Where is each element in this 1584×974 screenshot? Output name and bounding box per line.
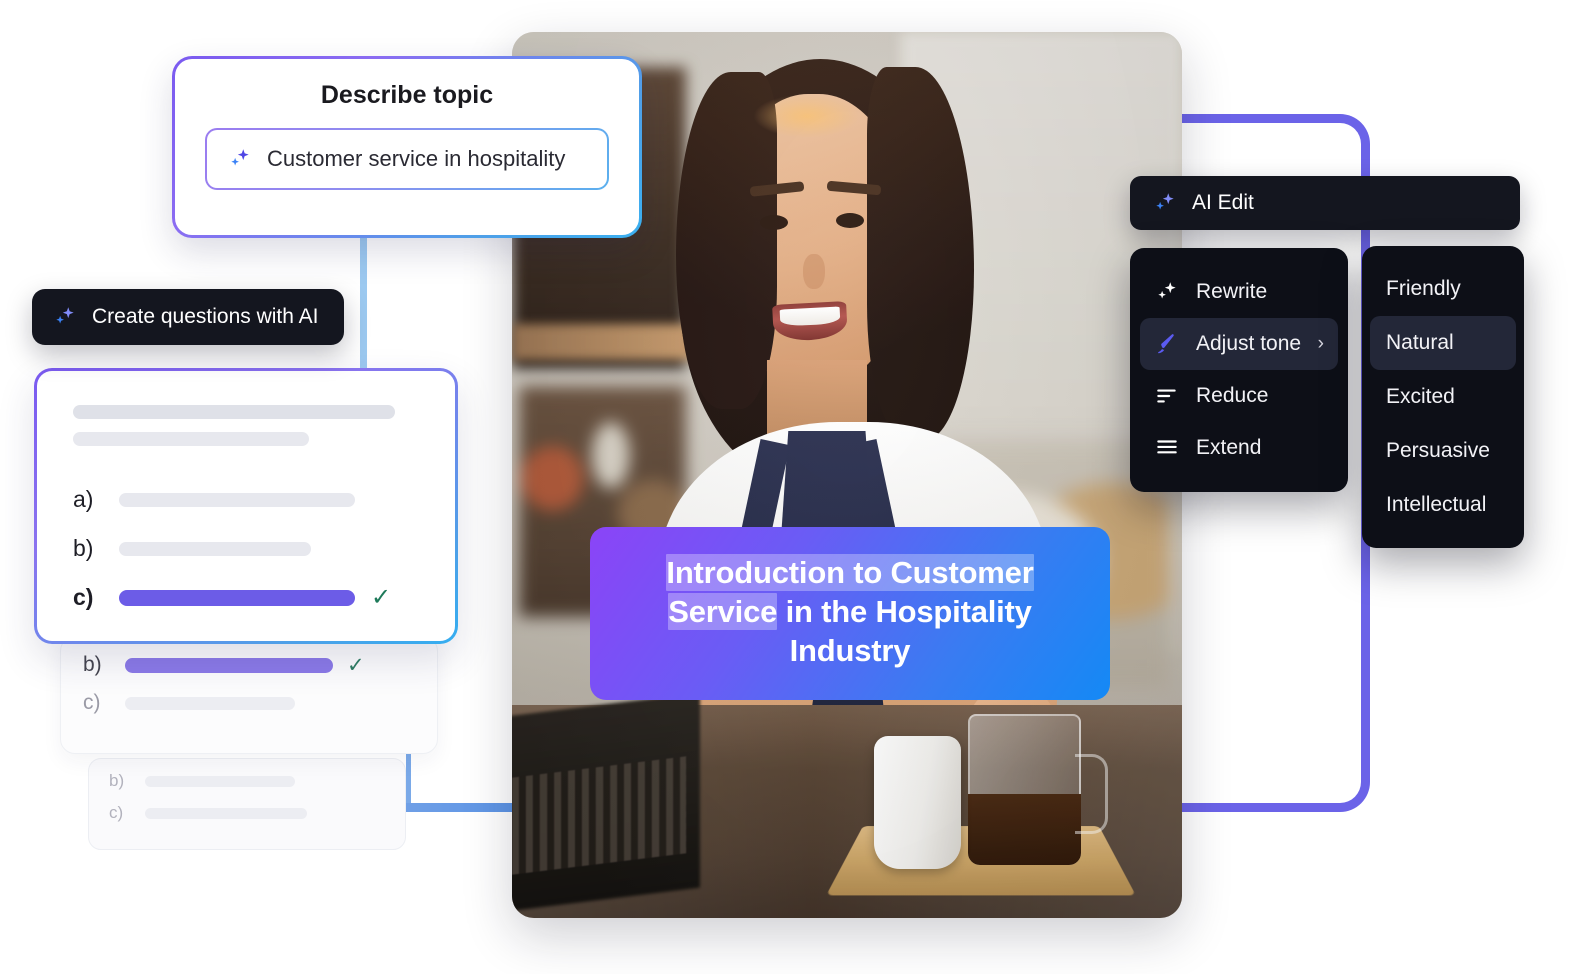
menu-item-label: Extend [1196, 436, 1262, 459]
sparkle-icon [1154, 279, 1180, 305]
slide-title-line2-selected: Service [668, 592, 778, 630]
option-label: a) [73, 486, 94, 512]
option-selected-bar [125, 657, 333, 673]
option-label: b) [73, 535, 94, 561]
list-item[interactable]: b) ✓ [83, 653, 437, 677]
tone-option-intellectual[interactable]: Intellectual [1370, 478, 1516, 532]
sparkle-icon [227, 146, 253, 172]
slide-title-banner[interactable]: Introduction to Customer Service in the H… [590, 526, 1110, 700]
topic-input-value: Customer service in hospitality [267, 146, 566, 171]
menu-item-label: Reduce [1196, 384, 1269, 407]
menu-item-reduce[interactable]: Reduce [1140, 370, 1338, 422]
topic-input-wrapper[interactable]: Customer service in hospitality [205, 128, 609, 190]
slide-title-line2-rest: in the Hospitality [777, 593, 1032, 629]
option-placeholder [119, 492, 355, 507]
option-label: c) [83, 691, 101, 714]
create-questions-label: Create questions with AI [92, 305, 319, 328]
tone-option-friendly[interactable]: Friendly [1370, 262, 1516, 316]
ai-edit-label: AI Edit [1192, 191, 1254, 214]
correct-check-icon: ✓ [347, 653, 365, 677]
correct-check-icon: ✓ [371, 583, 392, 611]
option-label: b) [83, 653, 102, 676]
slide-title-line1: Introduction to Customer [666, 553, 1034, 591]
list-item[interactable]: c) [109, 803, 405, 823]
quiz-card-back-2[interactable]: b) c) [88, 758, 406, 850]
chevron-right-icon: › [1317, 333, 1324, 354]
menu-item-rewrite[interactable]: Rewrite [1140, 266, 1338, 318]
tone-option-persuasive[interactable]: Persuasive [1370, 424, 1516, 478]
describe-topic-title: Describe topic [320, 81, 494, 109]
adjust-tone-submenu: Friendly Natural Excited Persuasive Inte… [1362, 246, 1524, 548]
magic-pen-icon [1154, 331, 1180, 357]
option-placeholder [145, 775, 295, 787]
menu-item-extend[interactable]: Extend [1140, 422, 1338, 474]
slide-title-line3: Industry [789, 632, 911, 668]
canvas: Introduction to Customer Service in the H… [0, 0, 1584, 974]
option-selected-bar [119, 589, 355, 606]
option-label: c) [73, 584, 94, 610]
question-line-2 [73, 432, 309, 446]
option-placeholder [119, 541, 311, 556]
extend-icon [1154, 435, 1180, 461]
describe-topic-card: Describe topic Customer service in hospi… [172, 56, 642, 238]
ai-edit-menu: Rewrite Adjust tone › Reduce Extend [1130, 248, 1348, 492]
option-label: b) [109, 771, 125, 790]
option-placeholder [145, 807, 307, 819]
list-item[interactable]: a) [73, 486, 427, 513]
option-label: c) [109, 803, 124, 822]
menu-item-adjust-tone[interactable]: Adjust tone › [1140, 318, 1338, 370]
sparkle-icon [1152, 190, 1178, 216]
menu-item-label: Rewrite [1196, 280, 1268, 303]
tone-option-excited[interactable]: Excited [1370, 370, 1516, 424]
option-placeholder [125, 696, 295, 710]
ai-edit-header[interactable]: AI Edit [1130, 176, 1520, 230]
question-line-1 [73, 405, 395, 419]
quiz-card-front[interactable]: a) b) c) ✓ [34, 368, 458, 644]
reduce-icon [1154, 383, 1180, 409]
list-item[interactable]: c) ✓ [73, 584, 427, 611]
list-item[interactable]: b) [109, 771, 405, 791]
slide-title: Introduction to Customer Service in the H… [612, 553, 1088, 670]
menu-item-label: Adjust tone [1196, 332, 1302, 355]
list-item[interactable]: c) [83, 691, 437, 715]
quiz-card-back-1[interactable]: b) ✓ c) [60, 636, 438, 754]
tone-option-natural[interactable]: Natural [1370, 316, 1516, 370]
list-item[interactable]: b) [73, 535, 427, 562]
sparkle-icon [52, 304, 78, 330]
create-questions-with-ai-button[interactable]: Create questions with AI [32, 289, 345, 345]
